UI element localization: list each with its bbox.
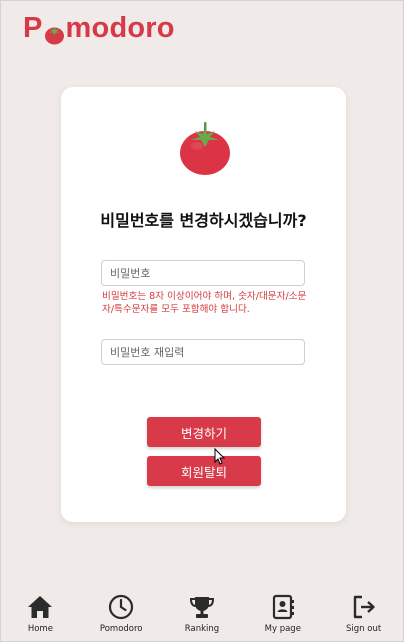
clock-icon bbox=[109, 594, 134, 620]
sign-out-icon bbox=[353, 595, 375, 619]
mouse-cursor-icon bbox=[213, 447, 226, 466]
nav-label: Pomodoro bbox=[99, 624, 143, 634]
contact-book-icon bbox=[272, 594, 294, 620]
nav-label: Sign out bbox=[346, 624, 382, 634]
withdraw-account-button[interactable]: 회원탈퇴 bbox=[147, 456, 261, 486]
nav-item-ranking[interactable]: Ranking bbox=[162, 588, 243, 642]
nav-label: My page bbox=[264, 624, 301, 634]
nav-item-my-page[interactable]: My page bbox=[242, 588, 323, 642]
tomato-icon bbox=[44, 20, 65, 45]
logo-prefix: P bbox=[23, 12, 43, 44]
home-icon bbox=[28, 596, 53, 618]
nav-item-pomodoro[interactable]: Pomodoro bbox=[81, 588, 162, 642]
dialog-title: 비밀번호를 변경하시겠습니까? bbox=[100, 211, 307, 230]
password-confirm-input[interactable] bbox=[101, 339, 305, 365]
nav-label: Home bbox=[27, 624, 53, 634]
app-logo[interactable]: P modoro bbox=[23, 12, 175, 45]
change-password-button[interactable]: 변경하기 bbox=[147, 417, 261, 447]
nav-item-sign-out[interactable]: Sign out bbox=[323, 588, 404, 642]
change-password-card: 비밀번호를 변경하시겠습니까? 비밀번호는 8자 이상이어야 하며, 숫자/대문… bbox=[61, 87, 346, 522]
password-error-message: 비밀번호는 8자 이상이어야 하며, 숫자/대문자/소문자/특수문자를 모두 포… bbox=[102, 291, 307, 315]
bottom-nav: Home Pomodoro Ranking My page Sign out bbox=[0, 588, 404, 642]
trophy-icon bbox=[189, 597, 214, 618]
tomato-icon bbox=[179, 120, 231, 176]
logo-suffix: modoro bbox=[65, 12, 175, 44]
nav-item-home[interactable]: Home bbox=[0, 588, 81, 642]
password-input[interactable] bbox=[101, 260, 305, 286]
nav-label: Ranking bbox=[184, 624, 220, 634]
